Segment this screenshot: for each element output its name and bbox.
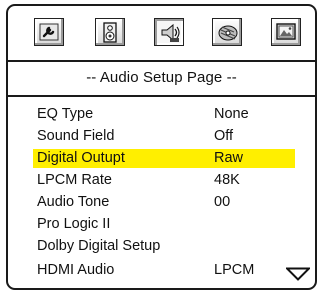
setup-toolbar: [8, 6, 315, 58]
menu-item-label: Pro Logic II: [37, 216, 111, 232]
menu-item-label: Digital Outupt: [37, 150, 125, 166]
general-setup-tab[interactable]: [34, 18, 64, 46]
menu-item-value: 00: [214, 194, 231, 210]
wrench-icon: [39, 23, 59, 41]
speaker-icon: [103, 22, 117, 43]
menu-item-label: Sound Field: [37, 128, 115, 144]
video-setup-tab[interactable]: [271, 18, 301, 46]
down-arrow-icon[interactable]: [286, 267, 310, 281]
menu-item-audio-tone[interactable]: Audio Tone 00: [33, 193, 295, 212]
menu-item-value: Raw: [214, 150, 244, 166]
menu-item-pro-logic-ii[interactable]: Pro Logic II: [33, 215, 295, 234]
menu-item-label: LPCM Rate: [37, 172, 112, 188]
menu-item-lpcm-rate[interactable]: LPCM Rate 48K: [33, 171, 295, 190]
osd-window: -- Audio Setup Page -- EQ Type None Soun…: [6, 4, 317, 290]
disc-setup-tab[interactable]: [212, 18, 242, 46]
menu-item-label: HDMI Audio: [37, 262, 115, 278]
menu-item-value: None: [214, 106, 249, 122]
menu-item-value: 48K: [214, 172, 240, 188]
picture-icon: [276, 23, 296, 40]
menu-item-sound-field[interactable]: Sound Field Off: [33, 127, 295, 146]
menu-item-eq-type[interactable]: EQ Type None: [33, 105, 295, 124]
menu-item-value: LPCM: [214, 262, 255, 278]
menu-item-label: Dolby Digital Setup: [37, 238, 161, 254]
divider: [8, 60, 315, 62]
audio-setup-tab[interactable]: [154, 18, 184, 46]
menu-item-label: EQ Type: [37, 106, 94, 122]
disc-icon: [218, 25, 238, 41]
speaker-setup-tab[interactable]: [95, 18, 125, 46]
page-title: -- Audio Setup Page --: [86, 69, 237, 86]
menu-item-label: Audio Tone: [37, 194, 110, 210]
audio-speaker-icon: [161, 23, 180, 42]
menu-item-dolby-digital-setup[interactable]: Dolby Digital Setup: [33, 237, 295, 256]
menu-item-digital-output[interactable]: Digital Outupt Raw: [33, 149, 295, 168]
menu-item-value: Off: [214, 128, 234, 144]
menu-item-hdmi-audio[interactable]: HDMI Audio LPCM: [33, 261, 295, 280]
divider: [8, 95, 315, 97]
